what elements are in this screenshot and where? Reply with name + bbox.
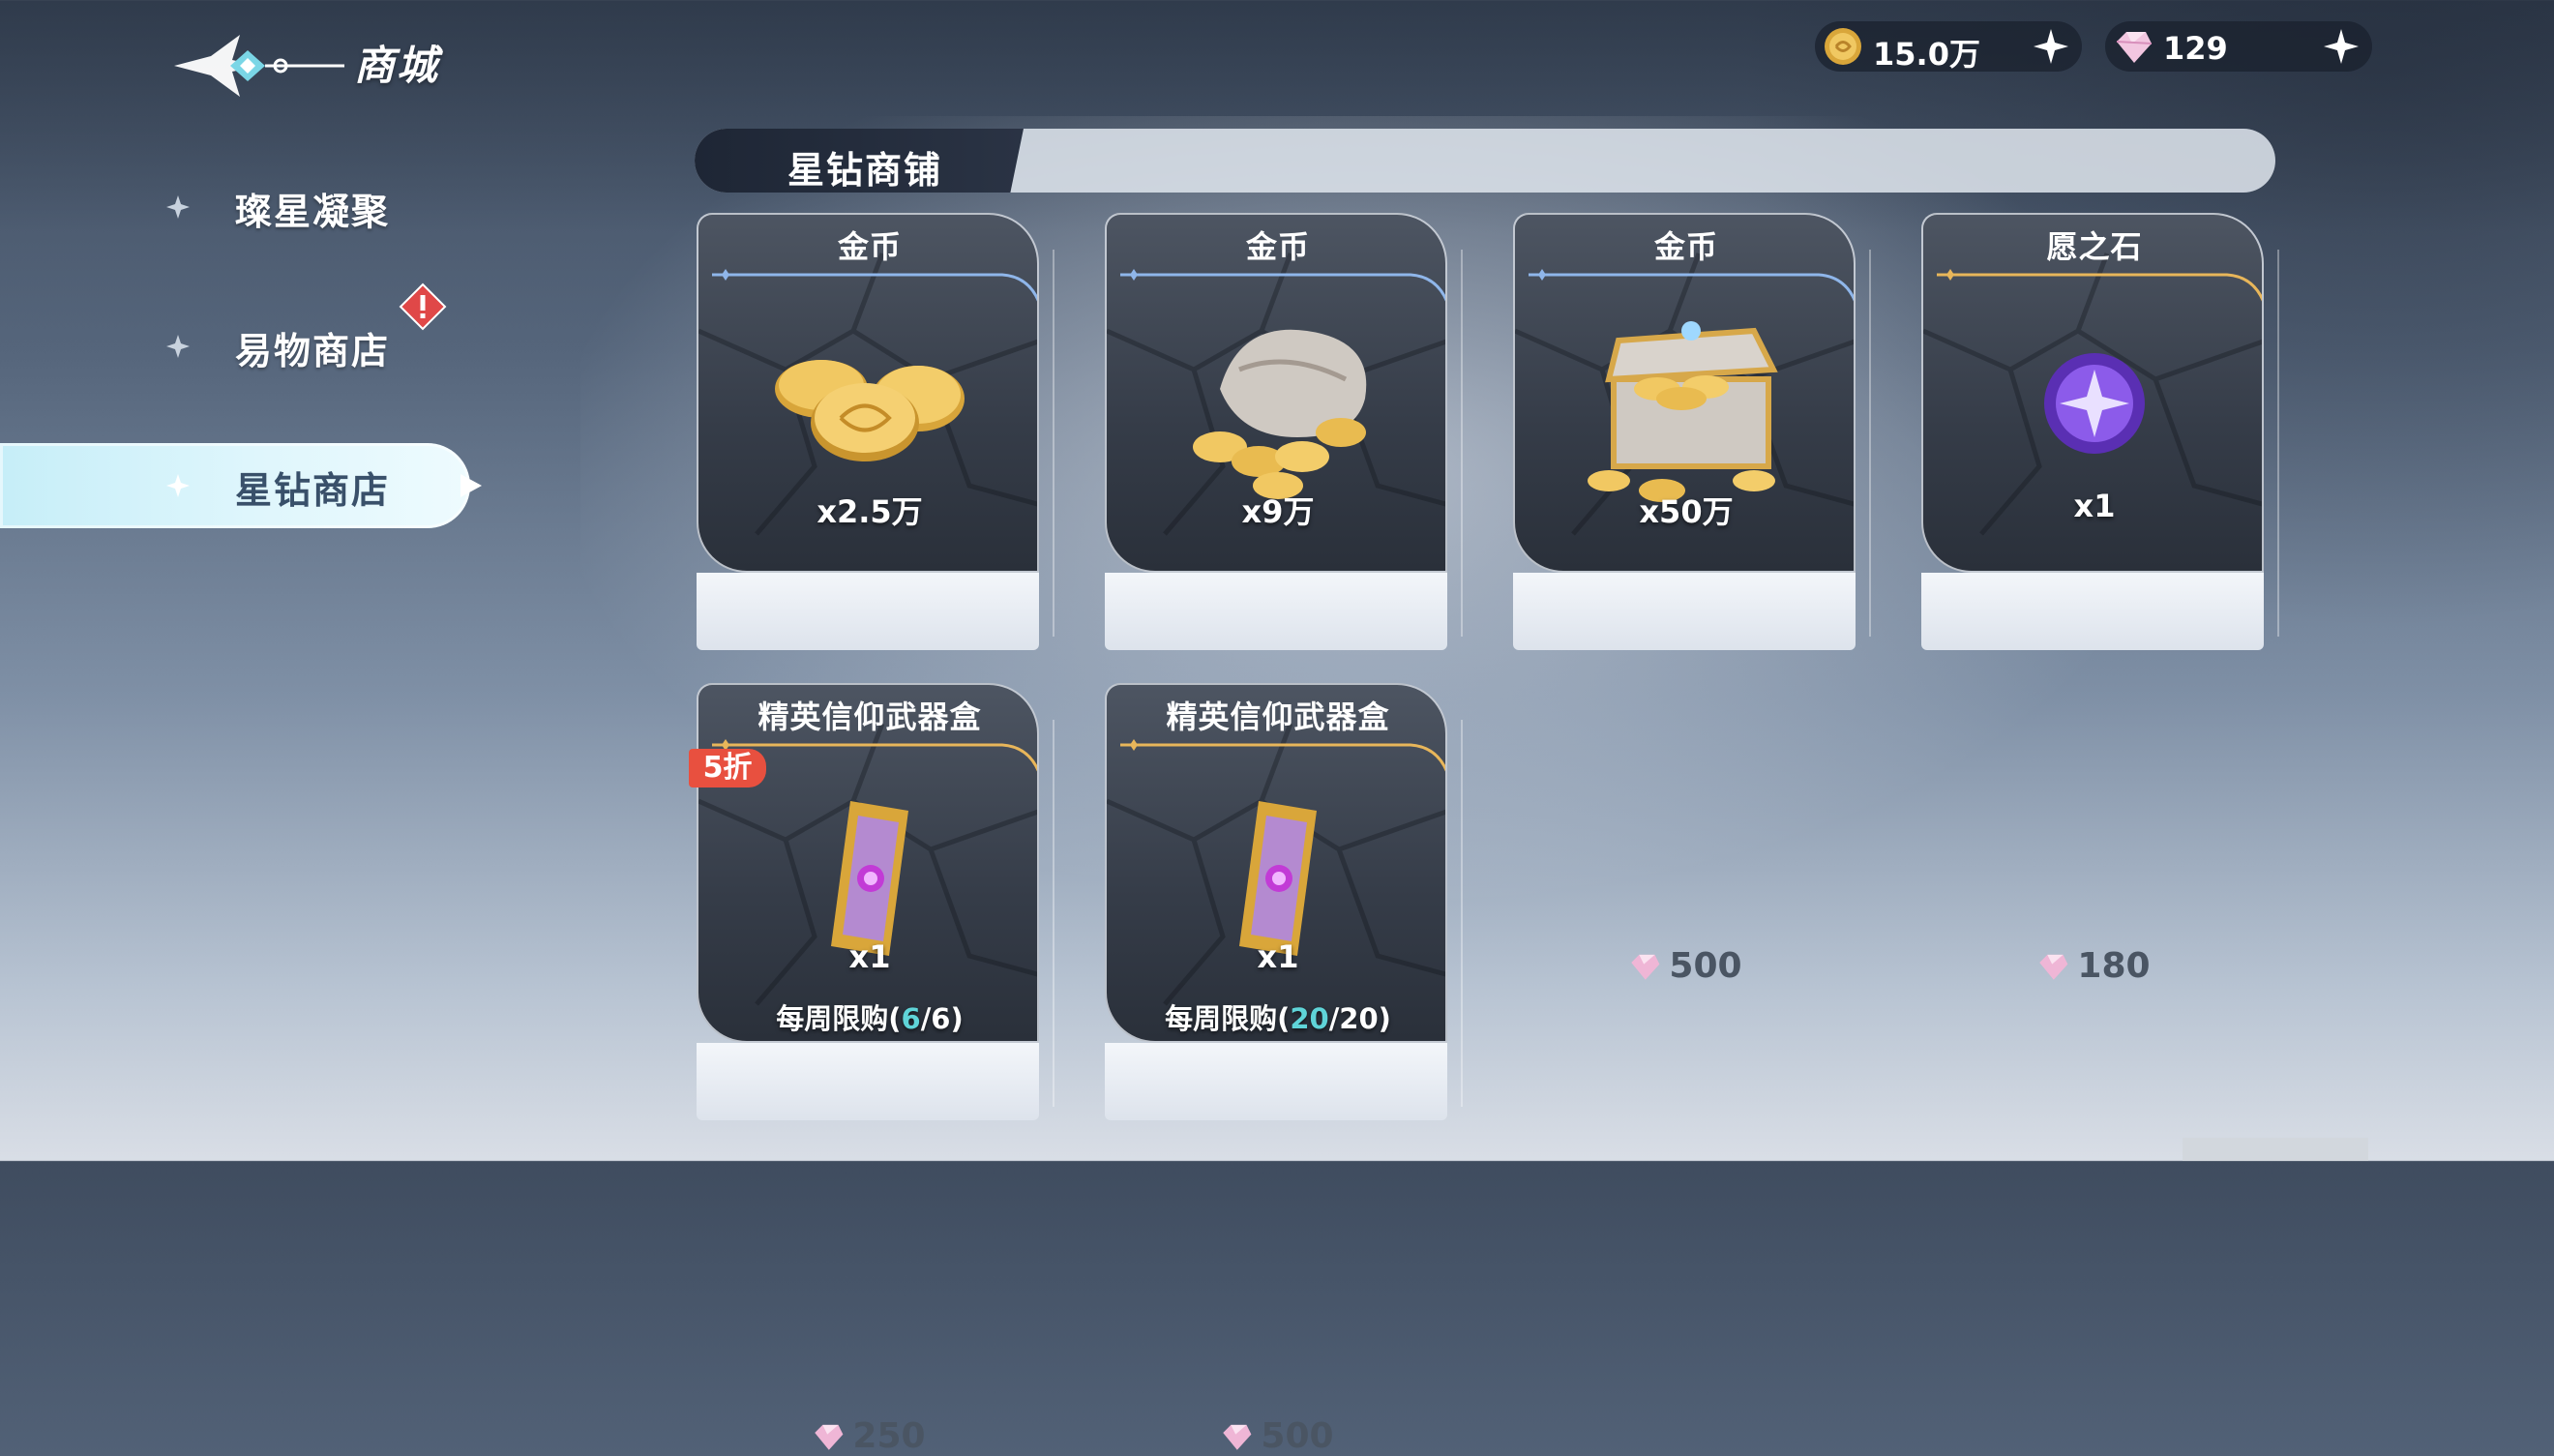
coin-pile-icon	[775, 360, 965, 461]
item-quantity: x50万	[1639, 493, 1734, 530]
coin-sack-icon	[1193, 329, 1367, 499]
shop-item-card[interactable]: 金币 x50万 500	[1513, 213, 1871, 986]
item-name: 金币	[1245, 228, 1310, 265]
limit-current: 6	[901, 1002, 921, 1035]
item-price: 250	[852, 1416, 926, 1456]
item-name: 精英信仰武器盒	[1166, 698, 1390, 735]
wish-stone-icon	[2044, 353, 2145, 454]
item-name: 精英信仰武器盒	[757, 698, 982, 735]
item-quantity: x1	[1257, 938, 1299, 975]
diamond-bullet-icon	[166, 474, 190, 497]
price-bar: 500	[1513, 573, 1856, 986]
item-quantity: x2.5万	[817, 493, 923, 530]
shop-item-card[interactable]: 金币 x9万 100	[1105, 213, 1463, 986]
shop-item-card[interactable]: 精英信仰武器盒 x1 每周限购(6/6) 5折 250	[689, 683, 1054, 1456]
gold-currency-counter: 15.0万	[1815, 21, 2082, 73]
diamond-amount: 129	[2163, 30, 2228, 67]
gold-coin-icon	[1825, 28, 1861, 65]
star-diamond-icon	[815, 1424, 844, 1450]
add-diamond-button[interactable]	[2322, 27, 2361, 66]
diamond-bullet-icon	[166, 335, 190, 358]
page-title: 商城	[354, 42, 440, 89]
active-pointer-icon	[460, 474, 482, 497]
item-price: 180	[2077, 946, 2151, 986]
item-quantity: x1	[848, 938, 891, 975]
item-quantity: x9万	[1241, 493, 1315, 530]
discount-badge: 5折	[689, 749, 766, 787]
price-bar: 100	[1105, 573, 1447, 986]
item-quantity: x1	[2073, 488, 2116, 524]
shop-item-card[interactable]: 精英信仰武器盒 x1 每周限购(20/20) 500	[1105, 683, 1463, 1456]
diamond-bullet-icon	[166, 195, 190, 219]
gold-amount: 15.0万	[1873, 36, 1980, 73]
weekly-limit: 每周限购(20/20)	[1107, 996, 1445, 1037]
price-bar: 500	[1105, 1043, 1447, 1456]
price-bar: 180	[1921, 573, 2264, 986]
add-gold-button[interactable]	[2032, 27, 2070, 66]
sidebar-item-stellar-gathering[interactable]: 璨星凝聚	[0, 164, 474, 250]
sidebar-item-label: 星钻商店	[235, 469, 391, 512]
obscured-region	[2183, 1138, 2368, 1161]
item-name: 愿之石	[2046, 228, 2143, 265]
star-diamond-icon	[1631, 954, 1660, 980]
shop-item-card[interactable]: 愿之石 x1 180	[1921, 213, 2279, 986]
limit-current: 20	[1290, 1002, 1329, 1035]
limit-prefix: 每周限购(	[1165, 1002, 1291, 1035]
item-name: 金币	[837, 228, 902, 265]
star-diamond-icon	[1223, 1424, 1252, 1450]
tab-star-diamond-store[interactable]: 星钻商铺	[695, 129, 1024, 193]
diamond-currency-counter: 129	[2105, 21, 2372, 72]
weekly-limit: 每周限购(6/6)	[698, 996, 1037, 1037]
star-diamond-icon	[2039, 954, 2068, 980]
alert-badge-icon	[399, 282, 447, 331]
item-price: 500	[1669, 946, 1742, 986]
limit-suffix: /6)	[920, 1002, 964, 1035]
item-price: 500	[1261, 1416, 1334, 1456]
sidebar-item-label: 易物商店	[235, 330, 391, 372]
shop-item-card[interactable]: 金币 x2.5万 30	[697, 213, 1054, 986]
treasure-chest-icon	[1588, 321, 1778, 502]
sidebar-item-star-diamond-shop[interactable]: 星钻商店	[0, 443, 482, 528]
sidebar-item-label: 璨星凝聚	[235, 191, 391, 233]
star-diamond-icon	[2116, 32, 2153, 63]
price-bar: 30	[697, 573, 1039, 986]
limit-suffix: /20)	[1328, 1002, 1391, 1035]
tab-label: 星钻商铺	[787, 149, 943, 192]
item-name: 金币	[1653, 228, 1718, 265]
price-bar: 250	[697, 1043, 1039, 1456]
limit-prefix: 每周限购(	[776, 1002, 902, 1035]
shop-emblem-icon	[174, 35, 344, 97]
